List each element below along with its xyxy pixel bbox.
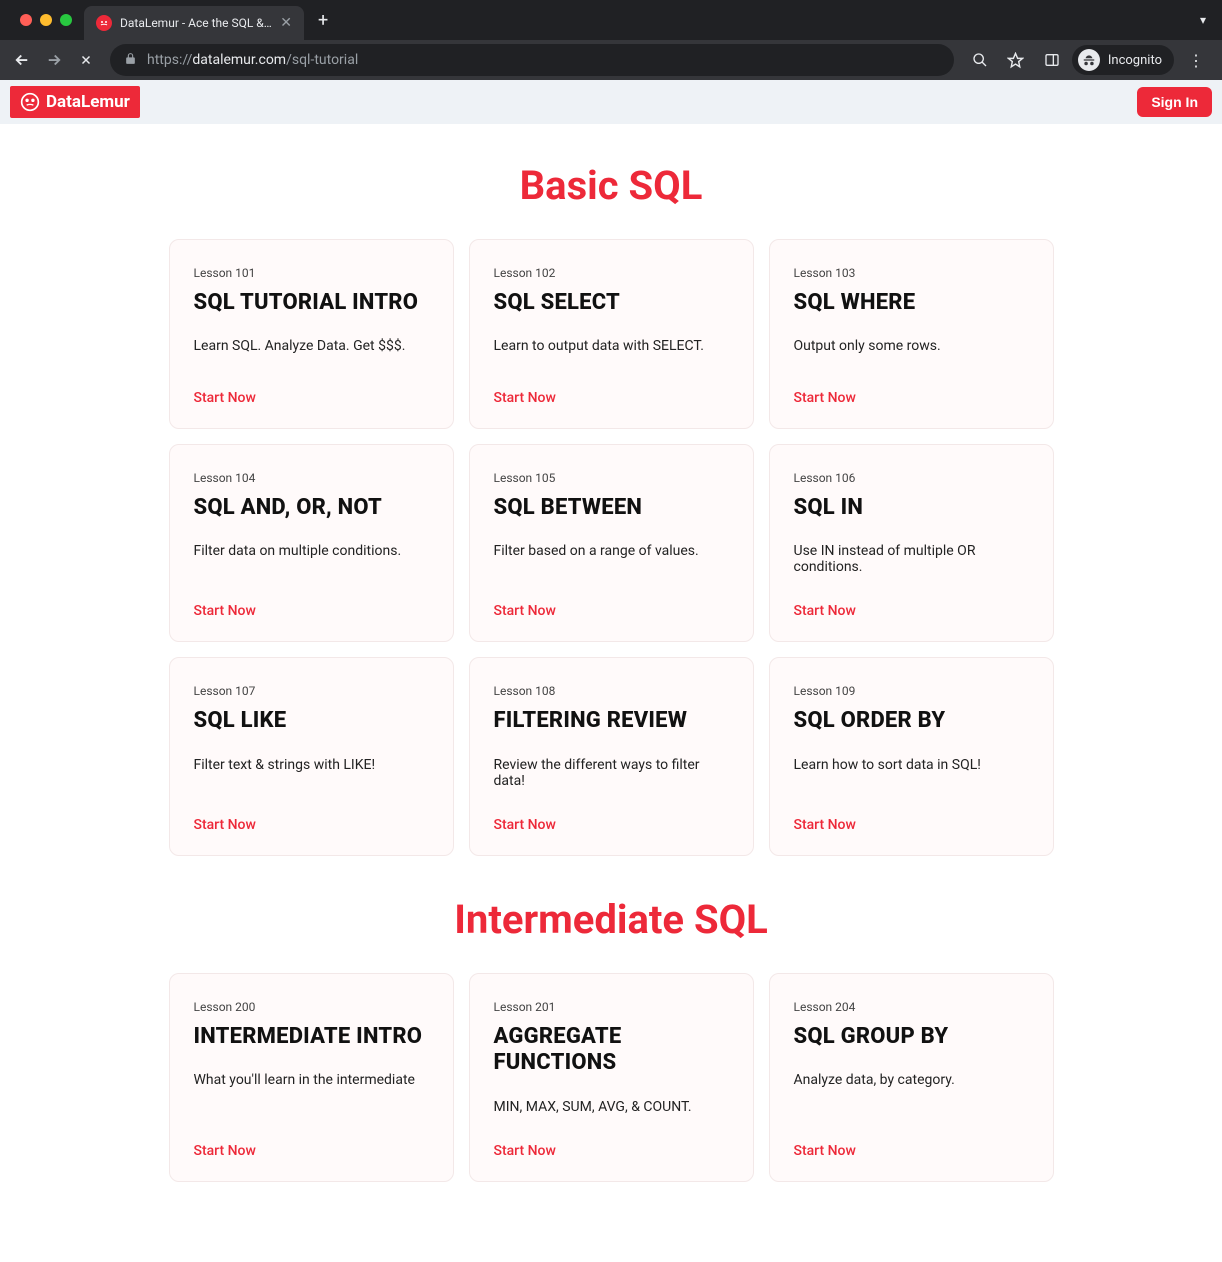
lesson-card[interactable]: Lesson 107 SQL LIKE Filter text & strings … <box>169 657 454 855</box>
lesson-number: Lesson 101 <box>194 266 429 280</box>
logo[interactable]: DataLemur <box>10 86 140 118</box>
section-title: Intermediate SQL <box>0 896 1222 943</box>
logo-lemur-icon <box>20 92 40 112</box>
lesson-number: Lesson 106 <box>794 471 1029 485</box>
lesson-card[interactable]: Lesson 106 SQL IN Use IN instead of multip… <box>769 444 1054 642</box>
card-title: AGGREGATE FUNCTIONS <box>494 1024 729 1077</box>
start-now-link[interactable]: Start Now <box>794 1143 1029 1159</box>
lesson-number: Lesson 200 <box>194 1000 429 1014</box>
window-maximize-button[interactable] <box>60 14 72 26</box>
incognito-icon <box>1078 49 1100 71</box>
lesson-card[interactable]: Lesson 104 SQL AND, OR, NOT Filter data on… <box>169 444 454 642</box>
window-controls <box>8 14 84 26</box>
browser-toolbar: https://datalemur.com/sql-tutorial Incog… <box>0 40 1222 80</box>
page-content: Basic SQL Lesson 101 SQL TUTORIAL INTRO Lea… <box>0 124 1222 1262</box>
lesson-number: Lesson 109 <box>794 684 1029 698</box>
card-title: FILTERING REVIEW <box>494 708 729 734</box>
cards-grid: Lesson 200 INTERMEDIATE INTRO What you'll … <box>0 973 1222 1182</box>
card-title: SQL SELECT <box>494 290 729 316</box>
lesson-number: Lesson 105 <box>494 471 729 485</box>
lesson-card[interactable]: Lesson 109 SQL ORDER BY Learn how to sort … <box>769 657 1054 855</box>
forward-button[interactable] <box>40 46 68 74</box>
card-description: Learn how to sort data in SQL! <box>794 757 1029 789</box>
start-now-link[interactable]: Start Now <box>794 603 1029 619</box>
url-text: https://datalemur.com/sql-tutorial <box>147 52 358 68</box>
card-description: MIN, MAX, SUM, AVG, & COUNT. <box>494 1099 729 1115</box>
section-block: Intermediate SQL Lesson 200 INTERMEDIATE I… <box>0 896 1222 1182</box>
card-title: SQL AND, OR, NOT <box>194 495 429 521</box>
stop-reload-button[interactable] <box>72 46 100 74</box>
tab-favicon-icon <box>96 15 112 31</box>
card-description: Filter data on multiple conditions. <box>194 543 429 575</box>
card-description: Use IN instead of multiple OR conditions… <box>794 543 1029 575</box>
section-title: Basic SQL <box>0 162 1222 209</box>
window-close-button[interactable] <box>20 14 32 26</box>
lesson-number: Lesson 108 <box>494 684 729 698</box>
logo-text: DataLemur <box>46 92 130 112</box>
lock-icon <box>124 52 137 68</box>
bookmark-icon[interactable] <box>1000 44 1032 76</box>
lesson-card[interactable]: Lesson 201 AGGREGATE FUNCTIONS MIN, MAX, S… <box>469 973 754 1182</box>
start-now-link[interactable]: Start Now <box>794 390 1029 406</box>
back-button[interactable] <box>8 46 36 74</box>
card-title: SQL ORDER BY <box>794 708 1029 734</box>
url-bar[interactable]: https://datalemur.com/sql-tutorial <box>110 44 954 76</box>
zoom-icon[interactable] <box>964 44 996 76</box>
lesson-number: Lesson 107 <box>194 684 429 698</box>
card-description: Review the different ways to filter data… <box>494 757 729 789</box>
window-minimize-button[interactable] <box>40 14 52 26</box>
card-title: SQL LIKE <box>194 708 429 734</box>
lesson-card[interactable]: Lesson 102 SQL SELECT Learn to output data… <box>469 239 754 429</box>
card-description: Learn to output data with SELECT. <box>494 338 729 362</box>
lesson-number: Lesson 103 <box>794 266 1029 280</box>
start-now-link[interactable]: Start Now <box>794 817 1029 833</box>
cards-grid: Lesson 101 SQL TUTORIAL INTRO Learn SQL. A… <box>0 239 1222 856</box>
card-description: What you'll learn in the intermediate <box>194 1072 429 1114</box>
incognito-badge[interactable]: Incognito <box>1072 45 1174 75</box>
lesson-card[interactable]: Lesson 204 SQL GROUP BY Analyze data, by c… <box>769 973 1054 1182</box>
card-description: Filter based on a range of values. <box>494 543 729 575</box>
card-title: SQL TUTORIAL INTRO <box>194 290 429 316</box>
start-now-link[interactable]: Start Now <box>494 603 729 619</box>
tab-title: DataLemur - Ace the SQL & Da <box>120 16 272 30</box>
lesson-number: Lesson 102 <box>494 266 729 280</box>
lesson-card[interactable]: Lesson 200 INTERMEDIATE INTRO What you'll … <box>169 973 454 1182</box>
card-title: SQL GROUP BY <box>794 1024 1029 1050</box>
start-now-link[interactable]: Start Now <box>194 1143 429 1159</box>
browser-tab[interactable]: DataLemur - Ace the SQL & Da ✕ <box>84 6 304 40</box>
browser-chrome: DataLemur - Ace the SQL & Da ✕ + ▾ https… <box>0 0 1222 80</box>
signin-button[interactable]: Sign In <box>1137 87 1212 117</box>
card-description: Learn SQL. Analyze Data. Get $$$. <box>194 338 429 362</box>
card-description: Output only some rows. <box>794 338 1029 362</box>
start-now-link[interactable]: Start Now <box>194 817 429 833</box>
start-now-link[interactable]: Start Now <box>494 1143 729 1159</box>
start-now-link[interactable]: Start Now <box>194 390 429 406</box>
card-description: Filter text & strings with LIKE! <box>194 757 429 789</box>
lesson-number: Lesson 104 <box>194 471 429 485</box>
panel-icon[interactable] <box>1036 44 1068 76</box>
start-now-link[interactable]: Start Now <box>194 603 429 619</box>
tab-bar: DataLemur - Ace the SQL & Da ✕ + ▾ <box>0 0 1222 40</box>
tab-dropdown-icon[interactable]: ▾ <box>1184 13 1222 27</box>
lesson-card[interactable]: Lesson 108 FILTERING REVIEW Review the dif… <box>469 657 754 855</box>
incognito-label: Incognito <box>1108 53 1162 68</box>
tab-close-icon[interactable]: ✕ <box>280 15 292 31</box>
new-tab-button[interactable]: + <box>304 10 342 31</box>
card-description: Analyze data, by category. <box>794 1072 1029 1114</box>
lesson-number: Lesson 201 <box>494 1000 729 1014</box>
start-now-link[interactable]: Start Now <box>494 390 729 406</box>
lesson-number: Lesson 204 <box>794 1000 1029 1014</box>
browser-menu-icon[interactable]: ⋮ <box>1178 51 1214 70</box>
card-title: SQL BETWEEN <box>494 495 729 521</box>
site-header: DataLemur Sign In <box>0 80 1222 124</box>
card-title: SQL IN <box>794 495 1029 521</box>
card-title: INTERMEDIATE INTRO <box>194 1024 429 1050</box>
lesson-card[interactable]: Lesson 105 SQL BETWEEN Filter based on a r… <box>469 444 754 642</box>
lesson-card[interactable]: Lesson 101 SQL TUTORIAL INTRO Learn SQL. A… <box>169 239 454 429</box>
section-block: Basic SQL Lesson 101 SQL TUTORIAL INTRO Lea… <box>0 162 1222 856</box>
lesson-card[interactable]: Lesson 103 SQL WHERE Output only some rows… <box>769 239 1054 429</box>
card-title: SQL WHERE <box>794 290 1029 316</box>
start-now-link[interactable]: Start Now <box>494 817 729 833</box>
